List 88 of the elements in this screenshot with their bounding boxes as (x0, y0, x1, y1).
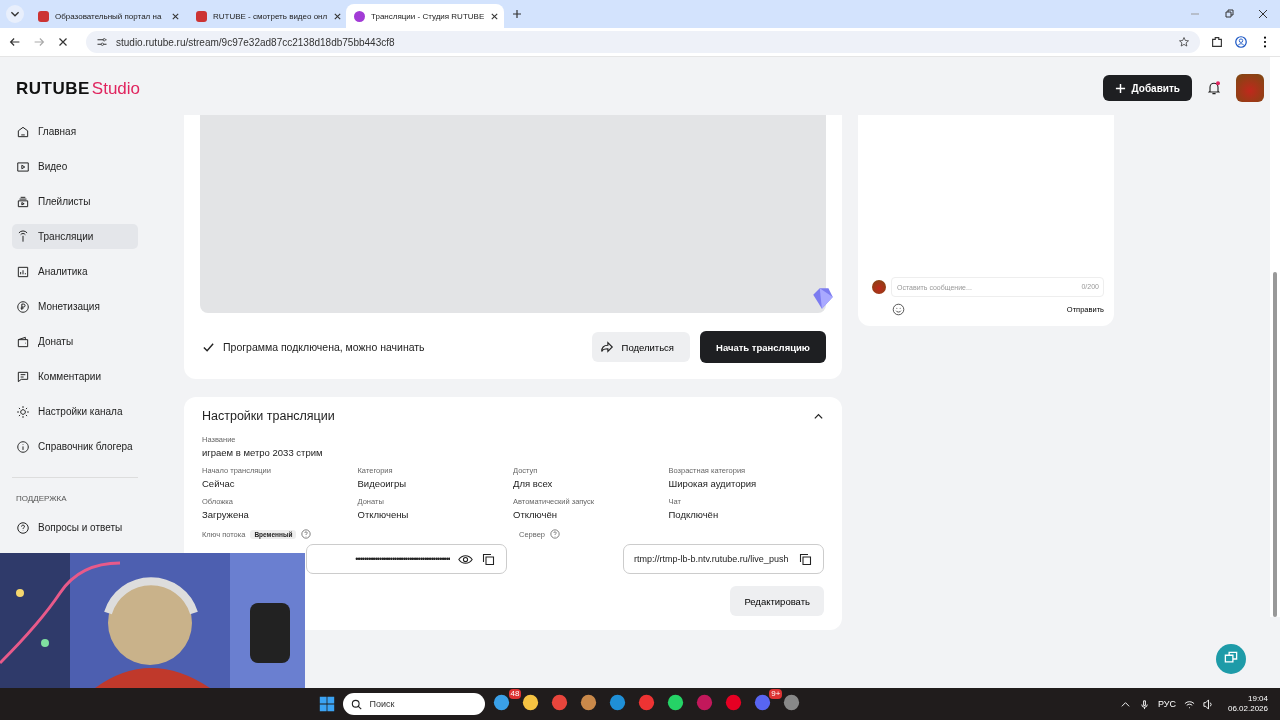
sidebar-item[interactable]: Монетизация (12, 294, 138, 319)
browser-tab[interactable]: RUTUBE - смотреть видео онл (188, 4, 346, 28)
user-avatar (872, 280, 886, 294)
wifi-icon[interactable] (1183, 698, 1195, 710)
taskbar-app-icon[interactable] (609, 694, 627, 711)
start-icon[interactable] (319, 696, 336, 712)
nav-icon (16, 124, 30, 139)
nav-icon (16, 264, 30, 279)
taskbar-app-icon[interactable] (783, 694, 801, 711)
nav-icon (16, 229, 30, 244)
help-icon (16, 520, 30, 535)
browser-tab[interactable]: Трансляции - Студия RUTUBE (346, 4, 504, 28)
sidebar-item[interactable]: Плейлисты (12, 189, 138, 214)
taskbar-app-icon[interactable] (667, 694, 685, 711)
nav-icon (16, 439, 30, 454)
field-value: Видеоигры (357, 478, 408, 489)
section-heading: ПОДДЕРЖКА (16, 494, 68, 503)
back-icon[interactable] (8, 35, 22, 49)
taskbar-app-icon[interactable] (493, 694, 511, 711)
address-bar[interactable]: studio.rutube.ru/stream/9c97e32ad87cc2138d18db75bb443cf8 (86, 31, 1200, 53)
nav-icon (16, 334, 30, 349)
notification-bell-icon[interactable] (1206, 80, 1222, 96)
nav-icon (16, 369, 30, 384)
favicon-icon (354, 10, 365, 22)
nav-icon (16, 404, 30, 419)
channel-avatar[interactable] (1236, 74, 1264, 102)
sidebar-item[interactable]: Трансляции (12, 224, 138, 249)
copy-icon[interactable] (481, 551, 496, 567)
sidebar-item[interactable]: Вопросы и ответы (12, 515, 138, 540)
sidebar-item[interactable]: Видео (12, 154, 138, 179)
new-tab-icon[interactable] (512, 9, 522, 19)
clock-time[interactable]: 19:04 (1248, 694, 1268, 704)
speaker-icon[interactable] (1202, 698, 1214, 710)
field-value: Подключён (668, 509, 720, 520)
emoji-icon[interactable] (892, 303, 905, 316)
sidebar-item[interactable]: Комментарии (12, 364, 138, 389)
sidebar-item[interactable]: Главная (12, 119, 138, 144)
field-value: Отключены (357, 509, 410, 520)
stream-key-field[interactable]: •••••••••••••••••••••••••••••••••••••••••••• (306, 544, 507, 574)
nav-icon (16, 299, 30, 314)
section-title: Настройки трансляции (202, 409, 335, 423)
field-value: Загружена (202, 509, 250, 520)
taskbar-app-icon[interactable] (551, 694, 569, 711)
rutube-studio-logo[interactable]: RUTUBEStudio (16, 79, 184, 99)
connection-status: Программа подключена, можно начинать (223, 341, 425, 353)
browser-tab[interactable]: Образовательный портал на (30, 4, 188, 28)
taskbar-app-icon[interactable] (580, 694, 598, 711)
language-indicator[interactable]: РУС (1157, 699, 1176, 709)
share-icon (599, 340, 614, 354)
clock-date[interactable]: 06.02.2026 (1227, 704, 1268, 714)
notification-badge: 9+ (769, 689, 783, 699)
field-value: Отключён (513, 509, 558, 520)
star-icon[interactable] (1178, 36, 1190, 48)
taskbar-app-icon[interactable] (522, 694, 540, 711)
edit-button[interactable]: Редактировать (730, 586, 824, 616)
extensions-icon[interactable] (1210, 35, 1224, 49)
close-icon[interactable] (333, 11, 343, 21)
favicon-icon (196, 10, 207, 22)
nav-icon (16, 194, 30, 209)
tab-list-button[interactable] (6, 5, 24, 23)
close-icon[interactable] (1258, 9, 1268, 19)
sidebar-item[interactable]: Настройки канала (12, 399, 138, 424)
support-chat-button[interactable] (1216, 644, 1246, 674)
microphone-icon[interactable] (1138, 698, 1150, 710)
field-value: Широкая аудитория (668, 478, 758, 489)
nav-icon (16, 159, 30, 174)
site-settings-icon[interactable] (96, 36, 108, 48)
field-value: Сейчас (202, 478, 236, 489)
notification-badge: 48 (508, 689, 522, 699)
restore-icon[interactable] (1224, 9, 1234, 19)
profile-icon[interactable] (1234, 35, 1248, 49)
sidebar-item[interactable]: Справочник блогера (12, 434, 138, 459)
sidebar-item[interactable]: Донаты (12, 329, 138, 354)
favicon-icon (38, 10, 49, 22)
taskbar-search[interactable]: Поиск (343, 693, 486, 715)
field-value: играем в метро 2033 стрим (202, 447, 324, 458)
share-button[interactable]: Поделиться (591, 332, 690, 362)
start-stream-button[interactable]: Начать трансляцию (700, 331, 826, 363)
sidebar-item[interactable]: Аналитика (12, 259, 138, 284)
field-value: Для всех (513, 478, 554, 489)
close-icon[interactable] (490, 11, 500, 21)
plus-icon (1114, 82, 1126, 94)
add-button[interactable]: Добавить (1102, 75, 1192, 101)
close-icon[interactable] (171, 11, 180, 21)
server-field[interactable]: rtmp://rtmp-lb-b.ntv.rutube.ru/live_push (623, 544, 824, 574)
copy-icon[interactable] (798, 551, 813, 567)
check-icon (202, 340, 215, 354)
search-icon (351, 699, 363, 710)
